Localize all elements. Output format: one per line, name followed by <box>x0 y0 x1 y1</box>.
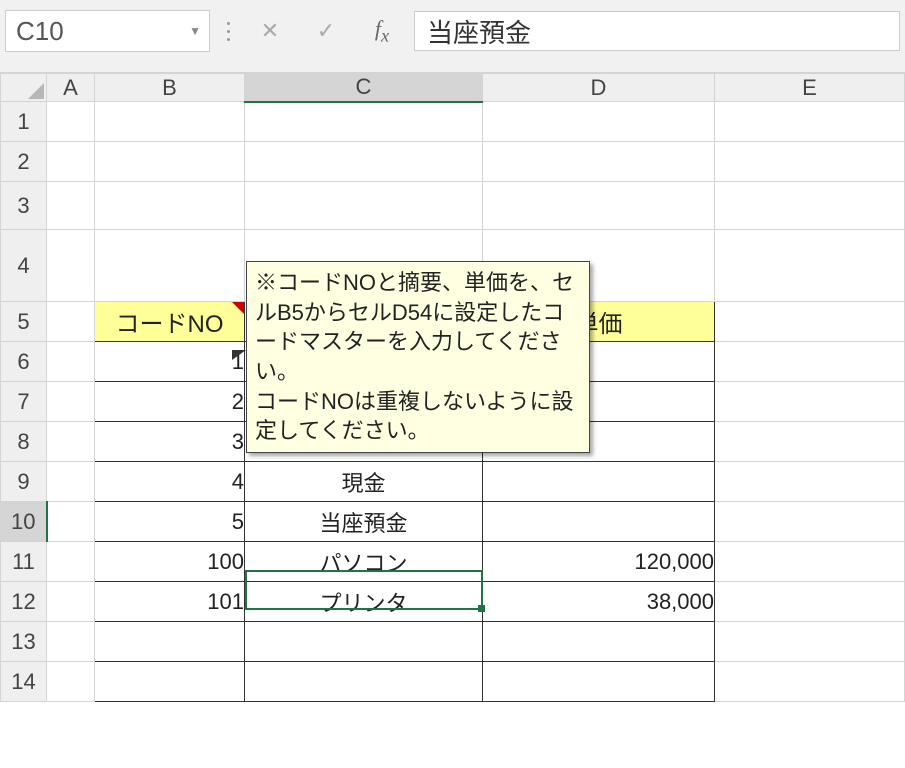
header-code: コードNO <box>116 311 224 338</box>
cell-E6[interactable] <box>715 342 905 382</box>
cell-B13[interactable] <box>95 622 245 662</box>
cell-D10[interactable] <box>483 502 715 542</box>
cell-E9[interactable] <box>715 462 905 502</box>
cell-E13[interactable] <box>715 622 905 662</box>
chevron-down-icon[interactable]: ▼ <box>189 24 201 38</box>
cell-A8[interactable] <box>47 422 95 462</box>
cell-B4[interactable] <box>95 230 245 302</box>
row-header-4[interactable]: 4 <box>1 230 47 302</box>
cell-D1[interactable] <box>483 102 715 142</box>
cell-B8[interactable]: 3 <box>95 422 245 462</box>
name-box[interactable]: C10 ▼ <box>5 10 210 52</box>
row-header-12[interactable]: 12 <box>1 582 47 622</box>
cell-C11[interactable]: パソコン <box>245 542 483 582</box>
cell-A1[interactable] <box>47 102 95 142</box>
col-header-E[interactable]: E <box>715 74 905 102</box>
cell-C12[interactable]: プリンタ <box>245 582 483 622</box>
col-header-C[interactable]: C <box>245 74 483 102</box>
cell-B5[interactable]: コードNO <box>95 302 245 342</box>
cell-B9[interactable]: 4 <box>95 462 245 502</box>
select-all-corner[interactable] <box>1 74 47 102</box>
cell-C3[interactable] <box>245 182 483 230</box>
expand-handle[interactable] <box>218 22 238 41</box>
cell-E2[interactable] <box>715 142 905 182</box>
cell-E12[interactable] <box>715 582 905 622</box>
spreadsheet: A B C D E 1 2 3 4 5 コードNO 単価 61 72前月繰越 8… <box>0 73 905 702</box>
cell-E7[interactable] <box>715 382 905 422</box>
row-header-3[interactable]: 3 <box>1 182 47 230</box>
cell-A3[interactable] <box>47 182 95 230</box>
cell-B6[interactable]: 1 <box>95 342 245 382</box>
fx-icon[interactable]: fx <box>358 10 406 52</box>
cell-D14[interactable] <box>483 662 715 702</box>
cell-C10[interactable]: 当座預金 <box>245 502 483 542</box>
cell-A5[interactable] <box>47 302 95 342</box>
col-header-B[interactable]: B <box>95 74 245 102</box>
cell-B12[interactable]: 101 <box>95 582 245 622</box>
cell-E4[interactable] <box>715 230 905 302</box>
formula-bar: C10 ▼ ✕ ✓ fx <box>0 0 905 73</box>
cell-B1[interactable] <box>95 102 245 142</box>
cell-B14[interactable] <box>95 662 245 702</box>
cell-C14[interactable] <box>245 662 483 702</box>
cell-C9[interactable]: 現金 <box>245 462 483 502</box>
cell-B11[interactable]: 100 <box>95 542 245 582</box>
cell-C1[interactable] <box>245 102 483 142</box>
cell-A6[interactable] <box>47 342 95 382</box>
row-header-11[interactable]: 11 <box>1 542 47 582</box>
row-header-14[interactable]: 14 <box>1 662 47 702</box>
comment-arrow-icon <box>232 350 246 360</box>
cell-E5[interactable] <box>715 302 905 342</box>
comment-indicator-icon[interactable] <box>232 302 244 314</box>
row-header-6[interactable]: 6 <box>1 342 47 382</box>
cell-D9[interactable] <box>483 462 715 502</box>
cell-B10[interactable]: 5 <box>95 502 245 542</box>
cell-D3[interactable] <box>483 182 715 230</box>
cell-A14[interactable] <box>47 662 95 702</box>
name-box-value: C10 <box>16 16 64 47</box>
cell-A12[interactable] <box>47 582 95 622</box>
enter-icon: ✓ <box>302 10 350 52</box>
row-header-8[interactable]: 8 <box>1 422 47 462</box>
cell-A13[interactable] <box>47 622 95 662</box>
row-header-7[interactable]: 7 <box>1 382 47 422</box>
col-header-A[interactable]: A <box>47 74 95 102</box>
col-header-D[interactable]: D <box>483 74 715 102</box>
cell-A7[interactable] <box>47 382 95 422</box>
cell-E1[interactable] <box>715 102 905 142</box>
cell-C13[interactable] <box>245 622 483 662</box>
cell-B2[interactable] <box>95 142 245 182</box>
row-header-10[interactable]: 10 <box>1 502 47 542</box>
cell-D12[interactable]: 38,000 <box>483 582 715 622</box>
cell-D13[interactable] <box>483 622 715 662</box>
cell-comment: ※コードNOと摘要、単価を、セルB5からセルD54に設定したコードマスターを入力… <box>246 261 590 453</box>
cell-D11[interactable]: 120,000 <box>483 542 715 582</box>
cell-E14[interactable] <box>715 662 905 702</box>
formula-input[interactable] <box>414 11 900 51</box>
row-header-5[interactable]: 5 <box>1 302 47 342</box>
cell-B7[interactable]: 2 <box>95 382 245 422</box>
row-header-1[interactable]: 1 <box>1 102 47 142</box>
cell-B3[interactable] <box>95 182 245 230</box>
comment-text: ※コードNOと摘要、単価を、セルB5からセルD54に設定したコードマスターを入力… <box>255 270 574 443</box>
cell-E10[interactable] <box>715 502 905 542</box>
row-header-9[interactable]: 9 <box>1 462 47 502</box>
cell-E8[interactable] <box>715 422 905 462</box>
cancel-icon: ✕ <box>246 10 294 52</box>
cell-A11[interactable] <box>47 542 95 582</box>
cell-D2[interactable] <box>483 142 715 182</box>
cell-A4[interactable] <box>47 230 95 302</box>
row-header-2[interactable]: 2 <box>1 142 47 182</box>
cell-C2[interactable] <box>245 142 483 182</box>
cell-A9[interactable] <box>47 462 95 502</box>
cell-A10[interactable] <box>47 502 95 542</box>
cell-E3[interactable] <box>715 182 905 230</box>
cell-A2[interactable] <box>47 142 95 182</box>
cell-E11[interactable] <box>715 542 905 582</box>
row-header-13[interactable]: 13 <box>1 622 47 662</box>
